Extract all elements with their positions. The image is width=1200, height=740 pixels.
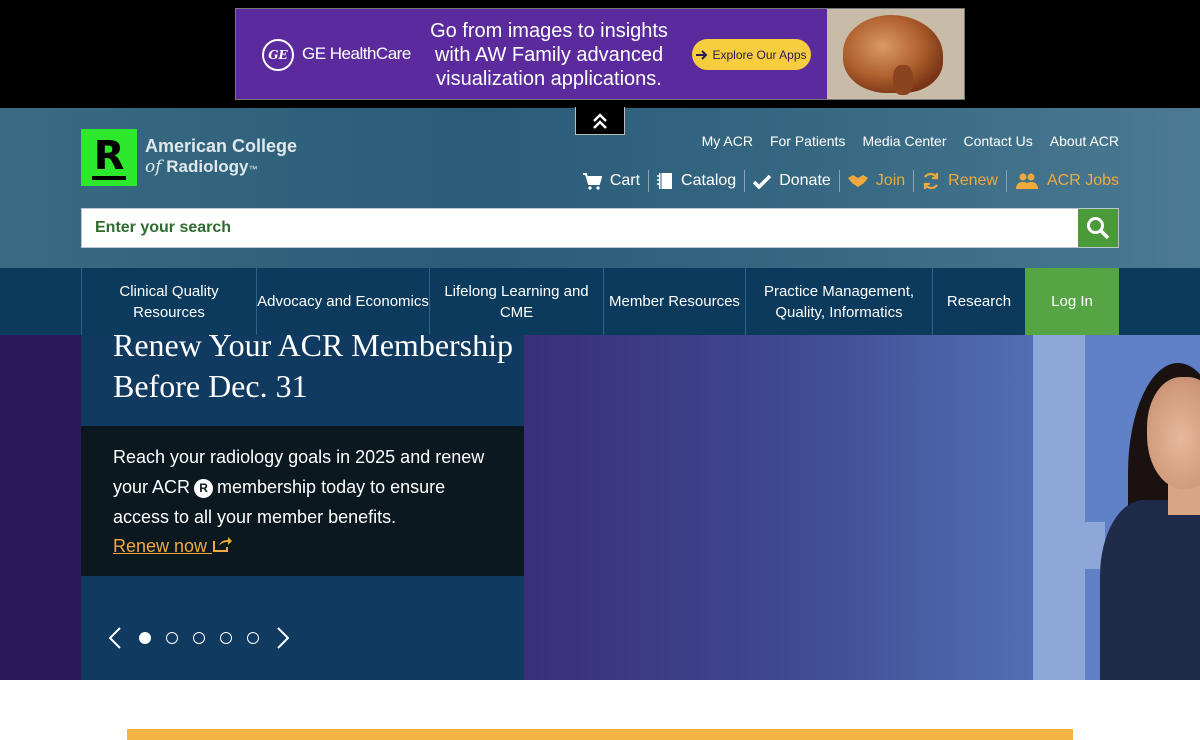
- catalog-link[interactable]: Catalog: [648, 170, 744, 192]
- logo-r-icon: R: [91, 132, 127, 180]
- acr-r-icon: R: [194, 478, 214, 498]
- external-link-icon: [213, 537, 233, 552]
- utility-link-for-patients[interactable]: For Patients: [770, 133, 845, 149]
- carousel-controls: [105, 626, 293, 650]
- announcement-bar: [127, 729, 1073, 740]
- chevron-right-icon: [277, 627, 289, 649]
- catalog-icon: [657, 173, 673, 189]
- acr-jobs-label: ACR Jobs: [1046, 172, 1119, 189]
- handshake-icon: [847, 175, 868, 187]
- cart-label: Cart: [609, 172, 641, 189]
- login-button[interactable]: Log In: [1025, 268, 1119, 335]
- carousel-dot-4[interactable]: [220, 632, 232, 644]
- collapse-ad-button[interactable]: [575, 107, 625, 135]
- carousel-next-button[interactable]: [273, 626, 293, 650]
- carousel-dot-5[interactable]: [247, 632, 259, 644]
- acr-jobs-link[interactable]: ACR Jobs: [1005, 170, 1119, 192]
- ad-bar: GE GE HealthCare Go from images to insig…: [0, 0, 1200, 108]
- hero-panel: Renew Your ACR Membership Before Dec. 31…: [81, 335, 524, 680]
- nav-item-advocacy[interactable]: Advocacy and Economics: [256, 268, 429, 335]
- chevron-left-icon: [109, 627, 121, 649]
- utility-link-about-acr[interactable]: About ACR: [1050, 133, 1119, 149]
- utility-nav: My ACR For Patients Media Center Contact…: [702, 133, 1119, 149]
- acr-logo[interactable]: R: [81, 129, 137, 186]
- join-link[interactable]: Join: [838, 170, 913, 192]
- nav-item-lifelong-learning[interactable]: Lifelong Learning and CME: [429, 268, 603, 335]
- carousel-dot-2[interactable]: [166, 632, 178, 644]
- donate-link[interactable]: Donate: [744, 170, 839, 192]
- search-button[interactable]: [1078, 209, 1118, 247]
- brain-scan-image: [827, 9, 964, 99]
- people-icon: [1015, 173, 1038, 189]
- brain-stem: [893, 65, 913, 95]
- renew-link[interactable]: Renew: [913, 170, 1006, 192]
- main-nav: Clinical Quality Resources Advocacy and …: [0, 268, 1200, 335]
- ad-banner[interactable]: GE GE HealthCare Go from images to insig…: [235, 8, 965, 100]
- carousel-dots: [139, 632, 259, 644]
- ad-headline: Go from images to insights with AW Famil…: [430, 20, 668, 90]
- cart-icon: [582, 172, 602, 190]
- nav-item-practice-management[interactable]: Practice Management, Quality, Informatic…: [745, 268, 932, 335]
- join-label: Join: [875, 172, 906, 189]
- double-chevron-up-icon: [593, 112, 607, 129]
- carousel-dot-3[interactable]: [193, 632, 205, 644]
- search-bar: [81, 208, 1119, 248]
- check-icon: [753, 174, 772, 189]
- nav-item-clinical-quality[interactable]: Clinical Quality Resources: [81, 268, 256, 335]
- donate-label: Donate: [779, 172, 831, 189]
- nav-item-research[interactable]: Research: [932, 268, 1025, 335]
- carousel-prev-button[interactable]: [105, 626, 125, 650]
- utility-link-my-acr[interactable]: My ACR: [702, 133, 753, 149]
- hero-title: Renew Your ACR Membership Before Dec. 31: [113, 335, 514, 404]
- carousel-dot-1[interactable]: [139, 632, 151, 644]
- search-input[interactable]: [82, 209, 1078, 247]
- ge-logo-icon: GE: [262, 39, 294, 71]
- hero-stripe: [1033, 335, 1085, 680]
- utility-link-media-center[interactable]: Media Center: [862, 133, 946, 149]
- search-icon: [1087, 217, 1110, 240]
- refresh-icon: [924, 172, 939, 190]
- ad-brand: GE HealthCare: [302, 44, 411, 63]
- renew-label: Renew: [948, 172, 998, 189]
- hero-body: Reach your radiology goals in 2025 and r…: [81, 426, 524, 576]
- hero-carousel: Renew Your ACR Membership Before Dec. 31…: [0, 335, 1200, 680]
- nav-item-member-resources[interactable]: Member Resources: [603, 268, 745, 335]
- explore-apps-button[interactable]: Explore Our Apps: [692, 39, 811, 70]
- person-jacket: [1100, 500, 1200, 680]
- utility-link-contact-us[interactable]: Contact Us: [963, 133, 1032, 149]
- logo-text-line1: American College: [145, 136, 298, 156]
- hero-text: Reach your radiology goals in 2025 and r…: [113, 447, 485, 527]
- renew-now-link[interactable]: Renew now: [113, 536, 233, 557]
- arrow-right-icon: [696, 49, 708, 60]
- explore-apps-label: Explore Our Apps: [712, 47, 807, 62]
- catalog-label: Catalog: [681, 172, 737, 189]
- header-actions: Cart Catalog Donate Join Renew ACR Jobs: [575, 170, 1119, 192]
- logo-text-line2: of Radiology™: [145, 157, 258, 177]
- cart-link[interactable]: Cart: [575, 170, 648, 192]
